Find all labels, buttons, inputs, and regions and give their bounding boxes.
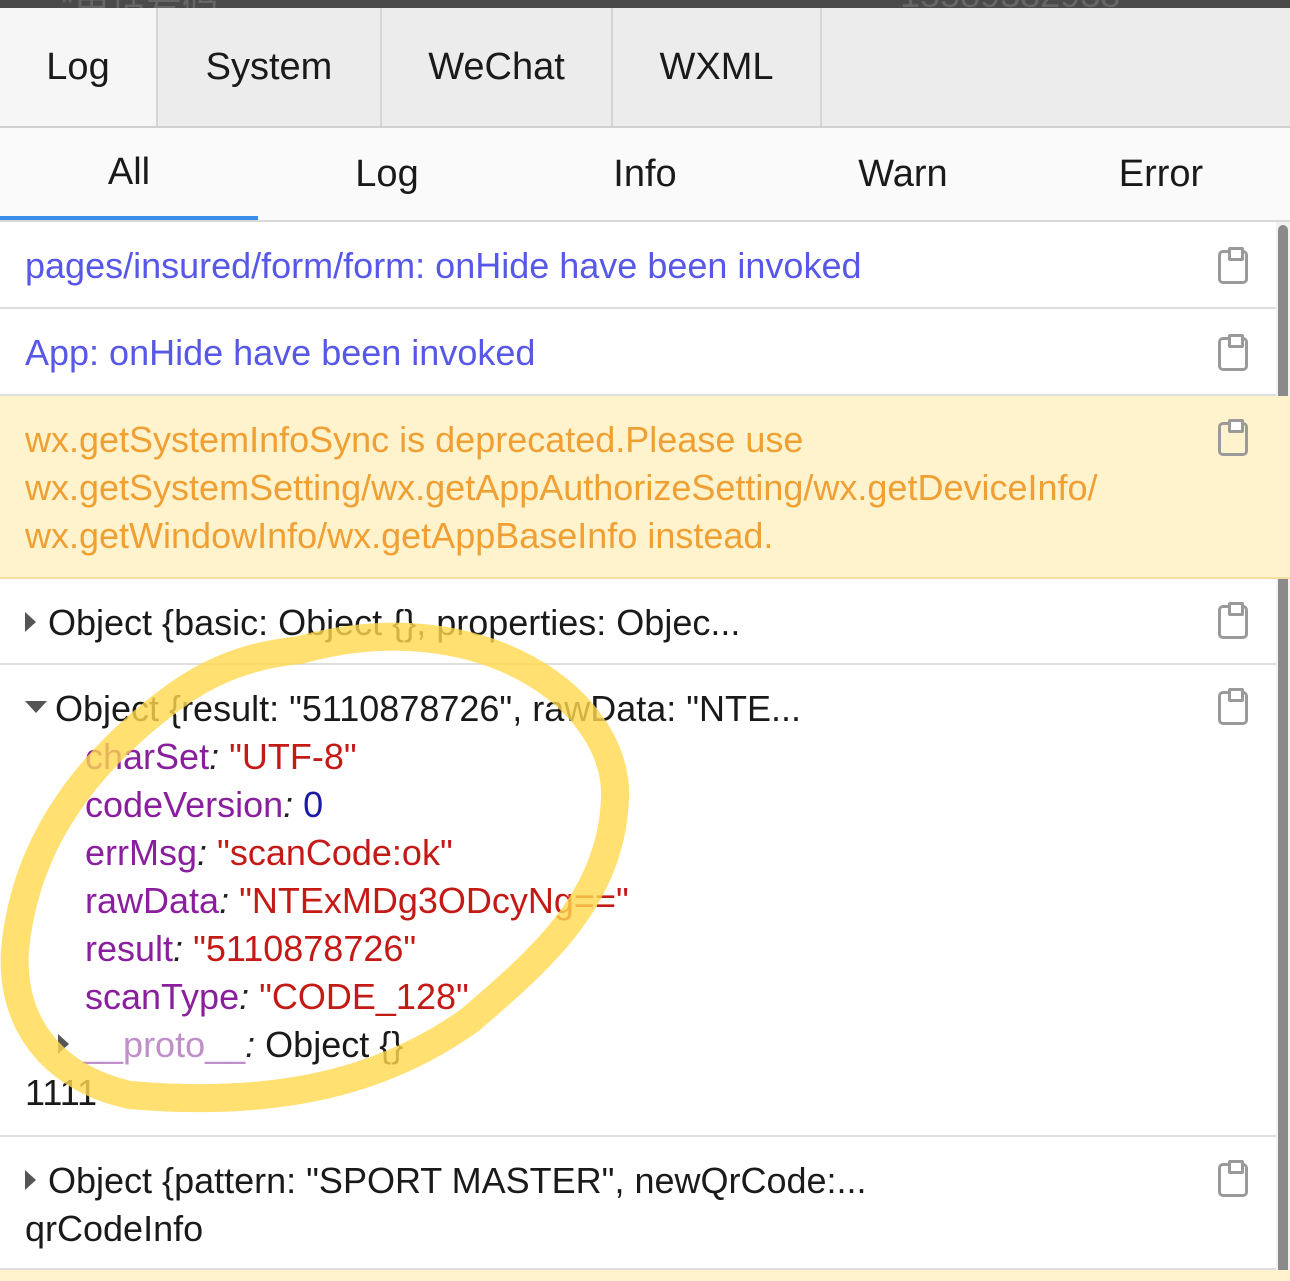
property-colon: : bbox=[239, 976, 250, 1017]
object-summary-text: Object {result: "5110878726", rawData: "… bbox=[55, 688, 802, 729]
main-tab-bar: Log System WeChat WXML bbox=[0, 8, 1290, 128]
top-cut-strip: *电话号码 15589382938 bbox=[0, 0, 1290, 8]
object-summary[interactable]: Object {basic: Object {}, properties: Ob… bbox=[25, 599, 740, 647]
object-property: errMsg: "scanCode:ok" bbox=[85, 829, 453, 877]
object-summary[interactable]: Object {pattern: "SPORT MASTER", newQrCo… bbox=[25, 1157, 867, 1205]
clipboard-icon[interactable] bbox=[1218, 1160, 1248, 1197]
object-summary-text: Object {pattern: "SPORT MASTER", newQrCo… bbox=[48, 1160, 867, 1201]
warn-line-1: wx.getSystemInfoSync is deprecated.Pleas… bbox=[25, 419, 804, 460]
property-key: errMsg bbox=[85, 832, 198, 873]
filter-info[interactable]: Info bbox=[516, 128, 774, 220]
clipboard-icon[interactable] bbox=[1218, 334, 1248, 371]
log-entry-info: App: onHide have been invoked bbox=[0, 309, 1276, 396]
object-property: rawData: "NTExMDg3ODcyNg==" bbox=[85, 877, 629, 925]
log-message: App: onHide have been invoked bbox=[25, 332, 536, 373]
property-key: scanType bbox=[85, 976, 240, 1017]
filter-log[interactable]: Log bbox=[258, 128, 516, 220]
cut-value: 15589382938 bbox=[900, 0, 1120, 8]
property-key: rawData bbox=[85, 880, 220, 921]
filter-warn[interactable]: Warn bbox=[774, 128, 1032, 220]
tab-system[interactable]: System bbox=[158, 8, 382, 126]
clipboard-icon[interactable] bbox=[1218, 419, 1248, 456]
property-value: "UTF-8" bbox=[229, 736, 357, 777]
object-property: codeVersion: 0 bbox=[85, 781, 323, 829]
filter-all[interactable]: All bbox=[0, 128, 258, 220]
next-warn-entry-edge bbox=[0, 1270, 1290, 1281]
log-message: pages/insured/form/form: onHide have bee… bbox=[25, 245, 862, 286]
log-trailer: 1111 bbox=[25, 1072, 98, 1113]
filter-tab-bar: All Log Info Warn Error bbox=[0, 128, 1290, 222]
property-value: "NTExMDg3ODcyNg==" bbox=[239, 880, 629, 921]
triangle-down-icon[interactable] bbox=[25, 701, 47, 714]
property-value: "scanCode:ok" bbox=[217, 832, 453, 873]
property-colon: : bbox=[173, 928, 184, 969]
tab-wxml[interactable]: WXML bbox=[613, 8, 822, 126]
log-entry-object-expanded: Object {result: "5110878726", rawData: "… bbox=[0, 665, 1276, 1137]
property-colon: : bbox=[219, 880, 230, 921]
filter-error[interactable]: Error bbox=[1032, 128, 1290, 220]
log-entry-warn: wx.getSystemInfoSync is deprecated.Pleas… bbox=[0, 396, 1290, 579]
object-summary-text: Object {basic: Object {}, properties: Ob… bbox=[48, 602, 741, 643]
clipboard-icon[interactable] bbox=[1218, 247, 1248, 284]
log-entry-info: pages/insured/form/form: onHide have bee… bbox=[0, 222, 1276, 309]
tab-wechat[interactable]: WeChat bbox=[382, 8, 613, 126]
object-property: charSet: "UTF-8" bbox=[85, 733, 357, 781]
log-entry-object: Object {pattern: "SPORT MASTER", newQrCo… bbox=[0, 1137, 1276, 1270]
property-key: charSet bbox=[85, 736, 210, 777]
property-colon: : bbox=[197, 832, 208, 873]
cut-label: *电话号码 bbox=[60, 0, 218, 8]
property-key: result bbox=[85, 928, 174, 969]
triangle-right-icon[interactable] bbox=[58, 1034, 69, 1055]
property-value: "5110878726" bbox=[193, 928, 417, 969]
triangle-right-icon[interactable] bbox=[25, 1170, 36, 1191]
object-property: scanType: "CODE_128" bbox=[85, 973, 469, 1021]
property-value: "CODE_128" bbox=[259, 976, 469, 1017]
property-value: Object {} bbox=[265, 1024, 404, 1065]
tab-log[interactable]: Log bbox=[0, 8, 158, 126]
property-colon: : bbox=[283, 784, 294, 825]
object-property: result: "5110878726" bbox=[85, 925, 416, 973]
warn-line-2: wx.getSystemSetting/wx.getAppAuthorizeSe… bbox=[25, 467, 1098, 508]
property-key: codeVersion bbox=[85, 784, 284, 825]
warn-line-3: wx.getWindowInfo/wx.getAppBaseInfo inste… bbox=[25, 515, 774, 556]
log-entry-object: Object {basic: Object {}, properties: Ob… bbox=[0, 579, 1276, 665]
scrollbar-thumb[interactable] bbox=[1278, 225, 1288, 1281]
object-summary[interactable]: Object {result: "5110878726", rawData: "… bbox=[25, 685, 801, 733]
clipboard-icon[interactable] bbox=[1218, 688, 1248, 725]
triangle-right-icon[interactable] bbox=[25, 612, 36, 633]
log-trailer: qrCodeInfo bbox=[25, 1208, 204, 1249]
property-colon: : bbox=[209, 736, 220, 777]
property-colon: : bbox=[245, 1024, 256, 1065]
clipboard-icon[interactable] bbox=[1218, 602, 1248, 639]
property-key: __proto__ bbox=[83, 1024, 246, 1065]
object-proto[interactable]: __proto__: Object {} bbox=[58, 1021, 403, 1069]
property-value: 0 bbox=[303, 784, 324, 825]
